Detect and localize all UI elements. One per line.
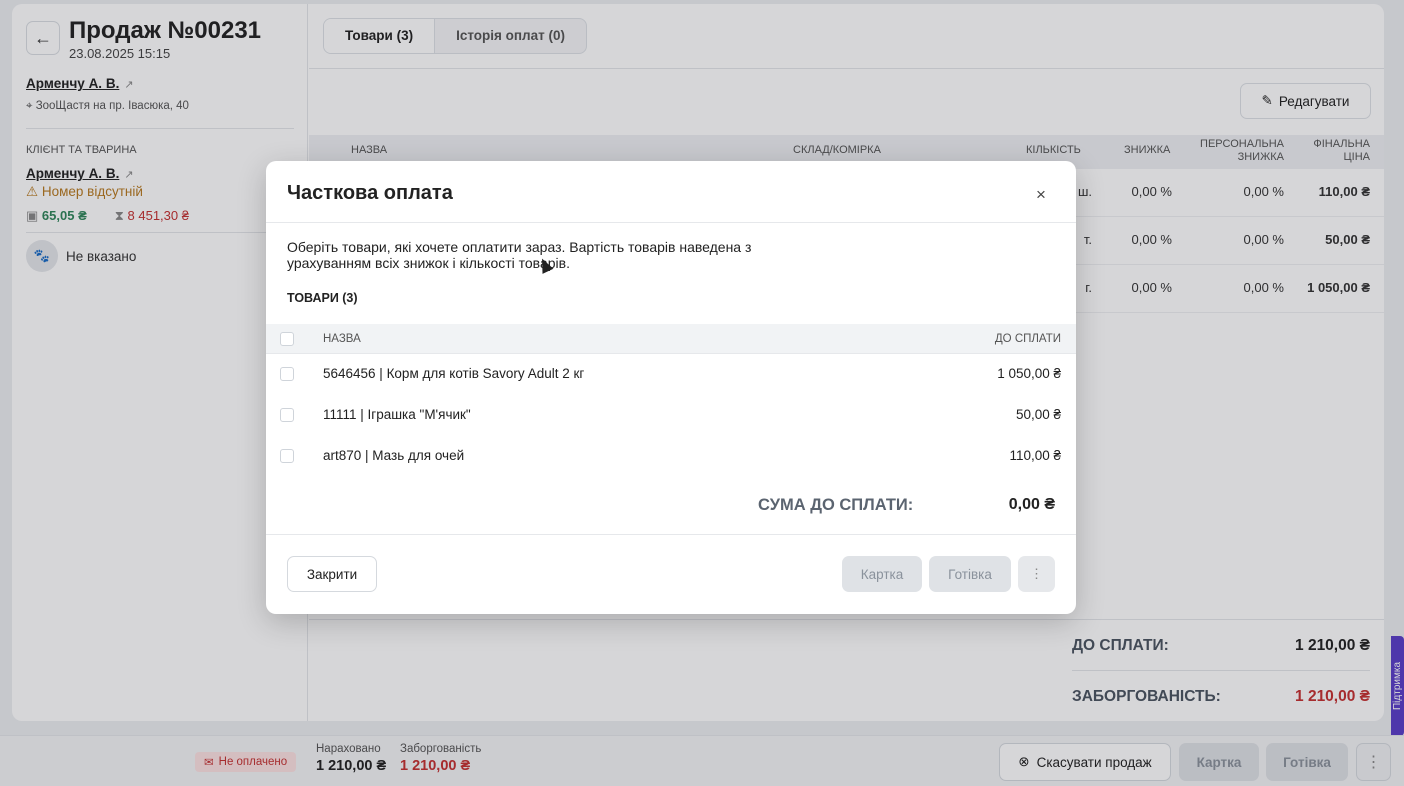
goods-subtitle: Товари (3) [287, 291, 358, 305]
sum-label: Сума до сплати: [758, 496, 914, 514]
list-item[interactable]: 5646456 | Корм для котів Savory Adult 2 … [266, 354, 1076, 395]
item-value: 1 050,00 ₴ [997, 366, 1061, 381]
modal-table-header: Назва До сплати [266, 324, 1076, 354]
modal-title: Часткова оплата [287, 182, 453, 204]
item-checkbox[interactable] [280, 449, 294, 463]
item-value: 110,00 ₴ [1009, 448, 1061, 463]
partial-payment-modal: Часткова оплата × Оберіть товари, які хо… [266, 161, 1076, 614]
close-button[interactable]: Закрити [287, 556, 377, 592]
col-to-pay: До сплати [994, 333, 1061, 345]
modal-card-button[interactable]: Картка [842, 556, 922, 592]
item-value: 50,00 ₴ [1015, 407, 1061, 422]
close-icon[interactable]: × [1031, 185, 1051, 205]
list-item[interactable]: art870 | Мазь для очей 110,00 ₴ [266, 436, 1076, 477]
modal-more-button[interactable]: ⋮ [1018, 556, 1055, 592]
item-name: art870 | Мазь для очей [323, 448, 465, 463]
modal-cash-button[interactable]: Готівка [929, 556, 1011, 592]
divider [266, 534, 1076, 535]
item-name: 5646456 | Корм для котів Savory Adult 2 … [323, 366, 585, 381]
sum-value: 0,00 ₴ [1008, 496, 1055, 513]
list-item[interactable]: 11111 | Іграшка "М'ячик" 50,00 ₴ [266, 395, 1076, 436]
divider [266, 222, 1076, 223]
modal-description: Оберіть товари, які хочете оплатити зара… [287, 239, 752, 271]
item-checkbox[interactable] [280, 408, 294, 422]
select-all-checkbox[interactable] [280, 332, 294, 346]
item-checkbox[interactable] [280, 367, 294, 381]
item-name: 11111 | Іграшка "М'ячик" [323, 407, 471, 422]
col-name: Назва [323, 333, 361, 345]
